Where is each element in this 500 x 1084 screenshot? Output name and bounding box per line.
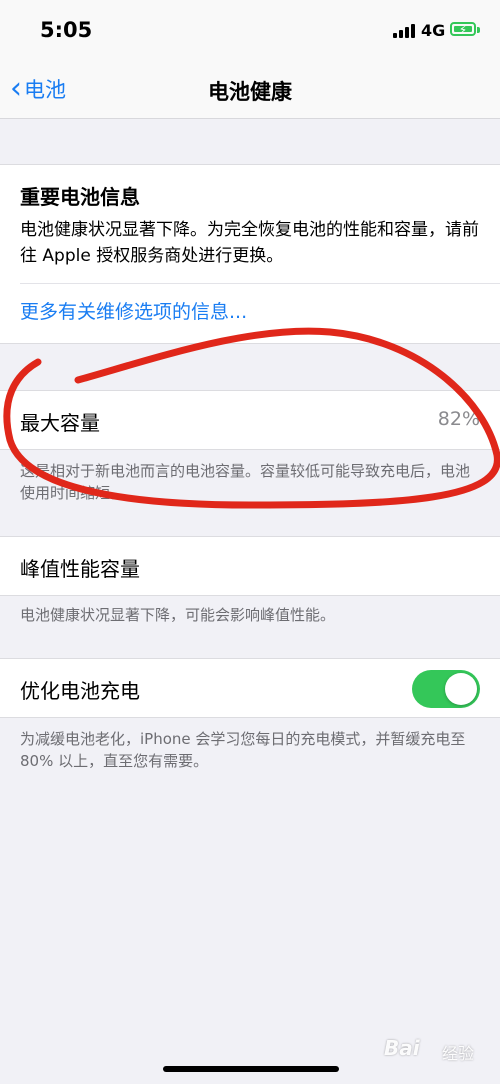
- toggle-knob: [445, 673, 477, 705]
- status-time: 5:05: [40, 18, 93, 42]
- watermark-brand: Bai: [384, 1036, 420, 1060]
- signal-icon: [393, 24, 417, 38]
- network-type: 4G: [421, 21, 446, 40]
- optimized-charging-row: 优化电池充电: [0, 658, 500, 718]
- info-body: 电池健康状况显著下降。为完全恢复电池的性能和容量，请前往 Apple 授权服务商…: [20, 220, 479, 266]
- peak-footnote: 电池健康状况显著下降，可能会影响峰值性能。: [20, 606, 336, 624]
- battery-charging-icon: ⚡: [450, 22, 476, 37]
- status-bar: 5:05 4G ⚡: [0, 0, 500, 62]
- peak-performance-label: 峰值性能容量: [20, 557, 140, 581]
- home-indicator[interactable]: [163, 1066, 339, 1072]
- important-battery-info-card: 重要电池信息 电池健康状况显著下降。为完全恢复电池的性能和容量，请前往 Appl…: [0, 164, 500, 344]
- maximum-capacity-value: 82%: [437, 408, 480, 430]
- page-title: 电池健康: [208, 80, 292, 104]
- optimized-charging-label: 优化电池充电: [20, 679, 140, 703]
- maximum-capacity-row: 最大容量 82%: [0, 390, 500, 450]
- baidu-watermark: Bai 经验: [384, 1030, 494, 1064]
- nav-bar: ‹ 电池 电池健康: [0, 62, 500, 119]
- charging-footnote: 为减缓电池老化，iPhone 会学习您每日的充电模式，并暂缓充电至 80% 以上…: [20, 730, 466, 770]
- optimized-charging-toggle[interactable]: [412, 670, 480, 708]
- divider: [20, 283, 500, 284]
- maximum-capacity-label: 最大容量: [20, 411, 100, 435]
- watermark-sub: 经验: [442, 1044, 475, 1063]
- info-title: 重要电池信息: [20, 185, 140, 209]
- capacity-footnote: 这是相对于新电池而言的电池容量。容量较低可能导致充电后，电池使用时间缩短。: [20, 462, 471, 502]
- peak-performance-row: 峰值性能容量: [0, 536, 500, 596]
- repair-options-link[interactable]: 更多有关维修选项的信息...: [20, 297, 247, 324]
- battery-tip: [477, 27, 480, 33]
